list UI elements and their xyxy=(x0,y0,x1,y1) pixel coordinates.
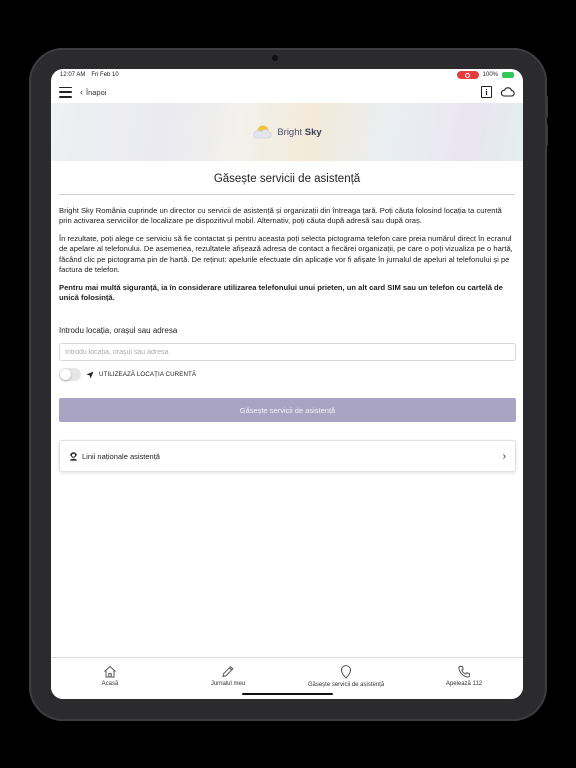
home-indicator xyxy=(242,693,333,695)
app-screen: 12:07 AM Fri Feb 10 100% ‹ Înapoi i Brig… xyxy=(51,69,523,699)
national-helplines-label: Linii naționale asistență xyxy=(82,451,160,461)
bright-sky-logo: Bright Sky xyxy=(252,123,322,141)
location-arrow-icon xyxy=(86,371,94,378)
status-time: 12:07 AM xyxy=(60,72,86,78)
current-location-label: UTILIZEAZĂ LOCAȚIA CURENTĂ xyxy=(99,371,197,378)
tab-home-label: Acasă xyxy=(101,681,119,687)
chevron-left-icon: ‹ xyxy=(80,87,83,97)
tab-call-112[interactable]: Apelează 112 xyxy=(405,658,523,699)
menu-icon[interactable] xyxy=(59,86,72,98)
volume-down-button xyxy=(545,124,548,146)
national-helplines-card[interactable]: Linii naționale asistență › xyxy=(59,440,516,472)
home-icon xyxy=(104,665,116,678)
intro-text: Bright Sky România cuprinde un director … xyxy=(59,206,515,311)
use-current-location-row: UTILIZEAZĂ LOCAȚIA CURENTĂ xyxy=(59,368,196,381)
back-button[interactable]: ‹ Înapoi xyxy=(80,87,106,97)
screen-record-icon xyxy=(456,71,479,79)
header-banner: Bright Sky xyxy=(51,103,523,161)
status-bar: 12:07 AM Fri Feb 10 100% xyxy=(51,69,523,81)
logo-text-bold: Sky xyxy=(304,126,322,138)
intro-paragraph-2: În rezultate, poți alege ce serviciu să … xyxy=(59,233,513,275)
title-divider xyxy=(59,194,515,195)
tab-journal-label: Jurnalul meu xyxy=(210,681,246,687)
sun-cloud-icon xyxy=(253,125,272,139)
cloud-icon[interactable] xyxy=(500,87,515,97)
location-search-input[interactable] xyxy=(59,343,516,361)
pencil-icon xyxy=(222,665,234,678)
tab-call-112-label: Apelează 112 xyxy=(445,681,483,687)
support-agent-icon xyxy=(70,451,77,461)
logo-text-regular: Bright xyxy=(277,126,303,138)
battery-percent: 100% xyxy=(482,72,498,78)
location-field-label: Introdu locația, orașul sau adresa xyxy=(59,326,178,335)
battery-icon xyxy=(502,72,514,78)
tab-find-services-label: Găsește servicii de asistență xyxy=(307,682,385,688)
current-location-toggle[interactable] xyxy=(59,368,81,381)
info-icon[interactable]: i xyxy=(481,86,492,98)
intro-paragraph-1: Bright Sky România cuprinde un director … xyxy=(59,206,502,226)
map-pin-icon xyxy=(340,665,352,679)
safety-note: Pentru mai multă siguranță, ia în consid… xyxy=(59,282,503,303)
page-title: Găsește servicii de asistență xyxy=(213,173,361,185)
find-services-button[interactable]: Găsește servicii de asistență xyxy=(59,398,516,422)
status-date: Fri Feb 10 xyxy=(91,72,119,78)
phone-icon xyxy=(458,666,470,678)
back-label: Înapoi xyxy=(86,87,107,97)
top-navigation-bar: ‹ Înapoi i xyxy=(51,81,523,103)
volume-up-button xyxy=(545,96,548,118)
chevron-right-icon: › xyxy=(502,450,506,462)
front-camera xyxy=(272,55,278,61)
tab-home[interactable]: Acasă xyxy=(51,658,169,699)
